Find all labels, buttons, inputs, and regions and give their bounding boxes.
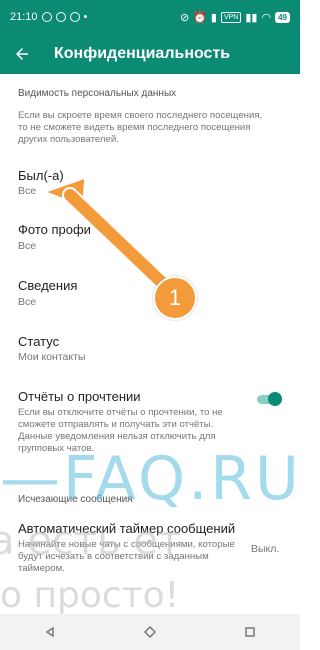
signal-icon: ▮ — [210, 11, 217, 24]
row-status-value: Мои контакты — [18, 351, 86, 363]
messenger-icon — [55, 12, 66, 22]
row-message-timer-description: Начинайте новые чаты с сообщениями, кото… — [18, 539, 235, 574]
wifi-icon: ◠ — [261, 11, 272, 24]
row-last-seen-value: Все — [18, 185, 37, 197]
diamond-icon — [144, 626, 156, 638]
toggle-thumb — [268, 392, 282, 406]
row-message-timer-value: Выкл. — [251, 543, 280, 555]
read-receipts-toggle[interactable] — [257, 392, 282, 406]
battery-icon: 49 — [275, 11, 290, 23]
app-bar: Конфиденциальность — [0, 34, 300, 74]
row-read-receipts-title: Отчёты о прочтении — [18, 389, 141, 404]
nav-bar — [0, 614, 300, 650]
section-title-disappearing: Исчезающие сообщения — [18, 494, 133, 505]
arrow-left-icon — [16, 48, 28, 60]
row-status-title: Статус — [18, 334, 60, 349]
row-read-receipts-description: Если вы отключите отчёты о прочтении, то… — [18, 407, 223, 454]
vpn-icon: VPN — [220, 11, 242, 23]
watermark-line3: о просто! — [0, 575, 180, 616]
status-time: 21:10 — [10, 11, 38, 23]
play-icon — [69, 12, 80, 22]
visibility-description: Если вы скроете время своего последнего … — [18, 110, 263, 145]
alarm-icon: ⏰ — [193, 11, 207, 24]
status-right: ⊘ ⏰ ▮ VPN ▮▮ ◠ 49 — [180, 11, 290, 24]
section-title-visibility: Видимость персональных данных — [18, 88, 177, 99]
signal-bars-icon: ▮▮ — [245, 11, 258, 24]
nav-home-button[interactable] — [135, 617, 165, 647]
row-last-seen-title: Был(-а) — [18, 168, 64, 183]
triangle-left-icon — [45, 626, 54, 638]
back-button[interactable] — [0, 34, 44, 74]
status-left: 21:10 • — [10, 11, 87, 23]
notification-icon — [41, 12, 52, 22]
square-icon — [245, 627, 255, 637]
mute-icon: ⊘ — [179, 11, 190, 24]
annotation-badge: 1 — [153, 276, 197, 320]
nav-recents-button[interactable] — [235, 617, 265, 647]
row-message-timer-title: Автоматический таймер сообщений — [18, 521, 236, 536]
row-profile-photo-title: Фото профи — [18, 222, 91, 237]
status-bar: 21:10 • ⊘ ⏰ ▮ VPN ▮▮ ◠ 49 — [0, 0, 300, 34]
page-title: Конфиденциальность — [54, 45, 231, 62]
row-about-title: Сведения — [18, 278, 78, 293]
row-profile-photo-value: Все — [18, 240, 37, 252]
more-dots-icon: • — [83, 11, 88, 23]
nav-back-button[interactable] — [35, 617, 65, 647]
row-about-value: Все — [18, 296, 37, 308]
